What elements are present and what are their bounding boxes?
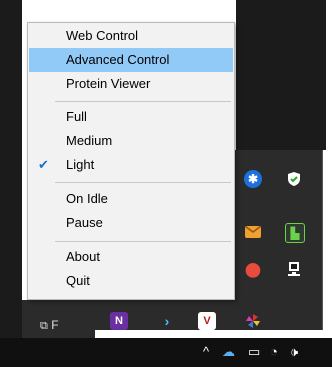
menu-item-label: About bbox=[66, 249, 100, 264]
menu-separator bbox=[55, 241, 231, 242]
menu-item-label: Protein Viewer bbox=[66, 76, 151, 91]
network-drive-icon[interactable] bbox=[285, 260, 303, 278]
menu-item-protein-viewer[interactable]: Protein Viewer bbox=[29, 72, 233, 96]
desktop: ✱ ▙ ⬤ N › V ⧉ F ^ ☁ ▭ ◔ 🕩 Web Control Ad… bbox=[0, 0, 332, 367]
menu-item-light[interactable]: ✔ Light bbox=[29, 153, 233, 177]
menu-separator bbox=[55, 101, 231, 102]
menu-item-about[interactable]: About bbox=[29, 245, 233, 269]
window-switch-icon: ⧉ bbox=[40, 320, 48, 332]
menu-item-label: Quit bbox=[66, 273, 90, 288]
vv-icon[interactable]: V bbox=[198, 312, 216, 330]
mail-icon[interactable] bbox=[245, 226, 261, 238]
bluetooth-icon[interactable]: ✱ bbox=[244, 170, 262, 188]
volume-icon[interactable]: 🕩 bbox=[290, 344, 298, 360]
taskbar bbox=[0, 338, 332, 367]
powershell-icon[interactable]: › bbox=[158, 312, 176, 330]
menu-item-label: Light bbox=[66, 157, 95, 172]
vs-icon[interactable]: N bbox=[110, 312, 128, 330]
menu-item-label: Full bbox=[66, 109, 87, 124]
monitor-app-icon[interactable]: ▙ bbox=[285, 223, 305, 243]
security-shield-icon[interactable] bbox=[285, 170, 303, 188]
menu-item-label: Pause bbox=[66, 215, 103, 230]
background-left bbox=[0, 0, 22, 338]
record-icon[interactable]: ⬤ bbox=[244, 260, 262, 278]
menu-separator bbox=[55, 182, 231, 183]
menu-item-label: Medium bbox=[66, 133, 113, 148]
menu-item-label: Web Control bbox=[66, 28, 139, 43]
menu-item-web-control[interactable]: Web Control bbox=[29, 24, 233, 48]
context-menu: Web Control Advanced Control Protein Vie… bbox=[27, 22, 235, 300]
menu-item-quit[interactable]: Quit bbox=[29, 269, 233, 293]
checkmark-icon: ✔ bbox=[38, 157, 49, 172]
battery-icon[interactable]: ▭ bbox=[248, 344, 260, 360]
menu-item-full[interactable]: Full bbox=[29, 105, 233, 129]
menu-item-medium[interactable]: Medium bbox=[29, 129, 233, 153]
menu-item-label: On Idle bbox=[66, 191, 108, 206]
background-right bbox=[236, 0, 326, 150]
menu-item-label: Advanced Control bbox=[66, 52, 170, 67]
pinwheel-icon[interactable] bbox=[244, 312, 262, 330]
menu-item-advanced-control[interactable]: Advanced Control bbox=[29, 48, 233, 72]
window-fragment-label: ⧉ F bbox=[40, 318, 59, 332]
chevron-up-icon[interactable]: ^ bbox=[203, 344, 209, 359]
wifi-icon[interactable]: ◔ bbox=[270, 344, 278, 359]
cloud-icon[interactable]: ☁ bbox=[222, 344, 235, 360]
menu-item-pause[interactable]: Pause bbox=[29, 211, 233, 235]
menu-item-on-idle[interactable]: On Idle bbox=[29, 187, 233, 211]
